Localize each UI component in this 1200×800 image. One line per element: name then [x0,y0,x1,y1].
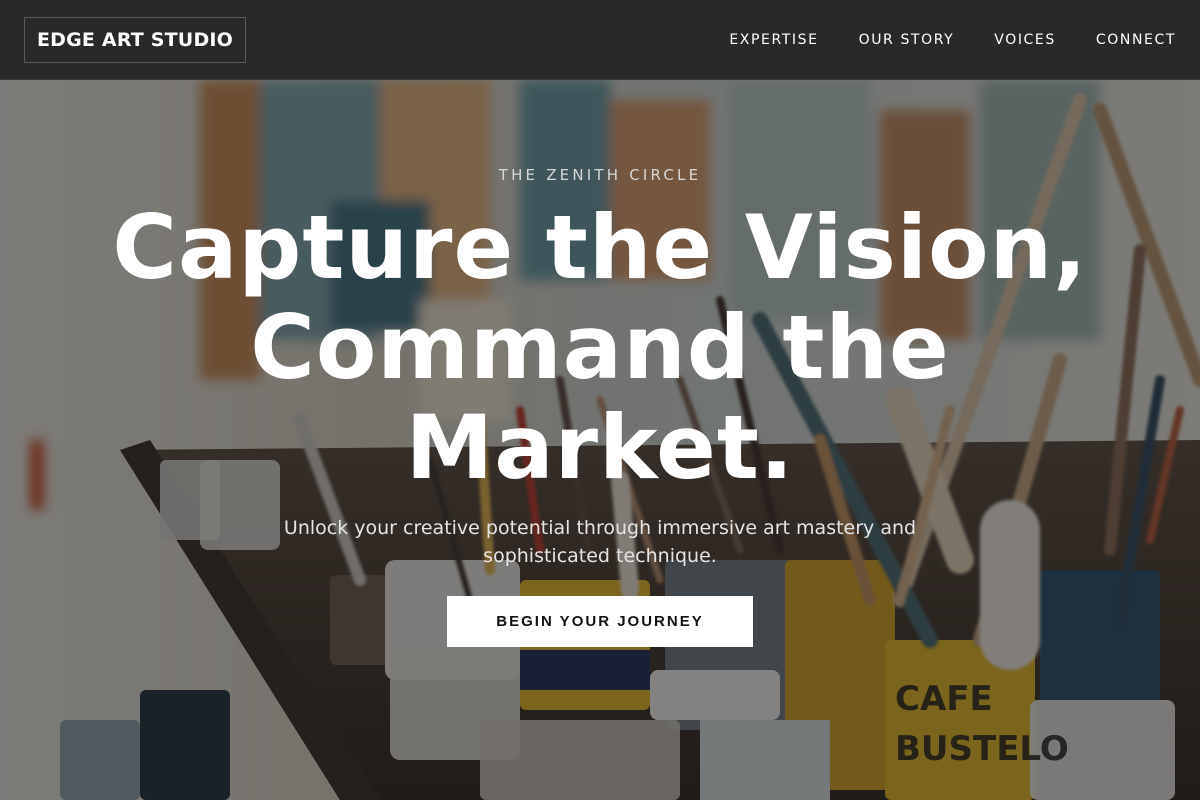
nav-links: EXPERTISE OUR STORY VOICES CONNECT [729,0,1176,80]
hero-eyebrow: THE ZENITH CIRCLE [498,166,702,184]
headline-line-3: Market. [405,396,795,499]
hero-headline: Capture the Vision, Command the Market. [60,198,1140,498]
begin-journey-button[interactable]: BEGIN YOUR JOURNEY [447,596,753,647]
top-navbar: EDGE ART STUDIO EXPERTISE OUR STORY VOIC… [0,0,1200,80]
subtitle-line-1: Unlock your creative potential through i… [283,517,917,539]
hero-section: CAFE BUSTELO THE ZENITH CIRCLE Capture t… [0,80,1200,800]
landing-page: EDGE ART STUDIO EXPERTISE OUR STORY VOIC… [0,0,1200,800]
subtitle-line-2: sophisticated technique. [483,545,717,567]
nav-link-our-story[interactable]: OUR STORY [859,32,955,48]
hero-subtitle: Unlock your creative potential through i… [230,514,970,570]
studio-logo[interactable]: EDGE ART STUDIO [24,17,246,63]
nav-link-voices[interactable]: VOICES [994,32,1056,48]
hero-content: THE ZENITH CIRCLE Capture the Vision, Co… [0,80,1200,800]
headline-line-1: Capture the Vision, [112,196,1088,299]
nav-link-expertise[interactable]: EXPERTISE [729,32,818,48]
nav-link-connect[interactable]: CONNECT [1096,32,1176,48]
headline-line-2: Command the [250,296,950,399]
